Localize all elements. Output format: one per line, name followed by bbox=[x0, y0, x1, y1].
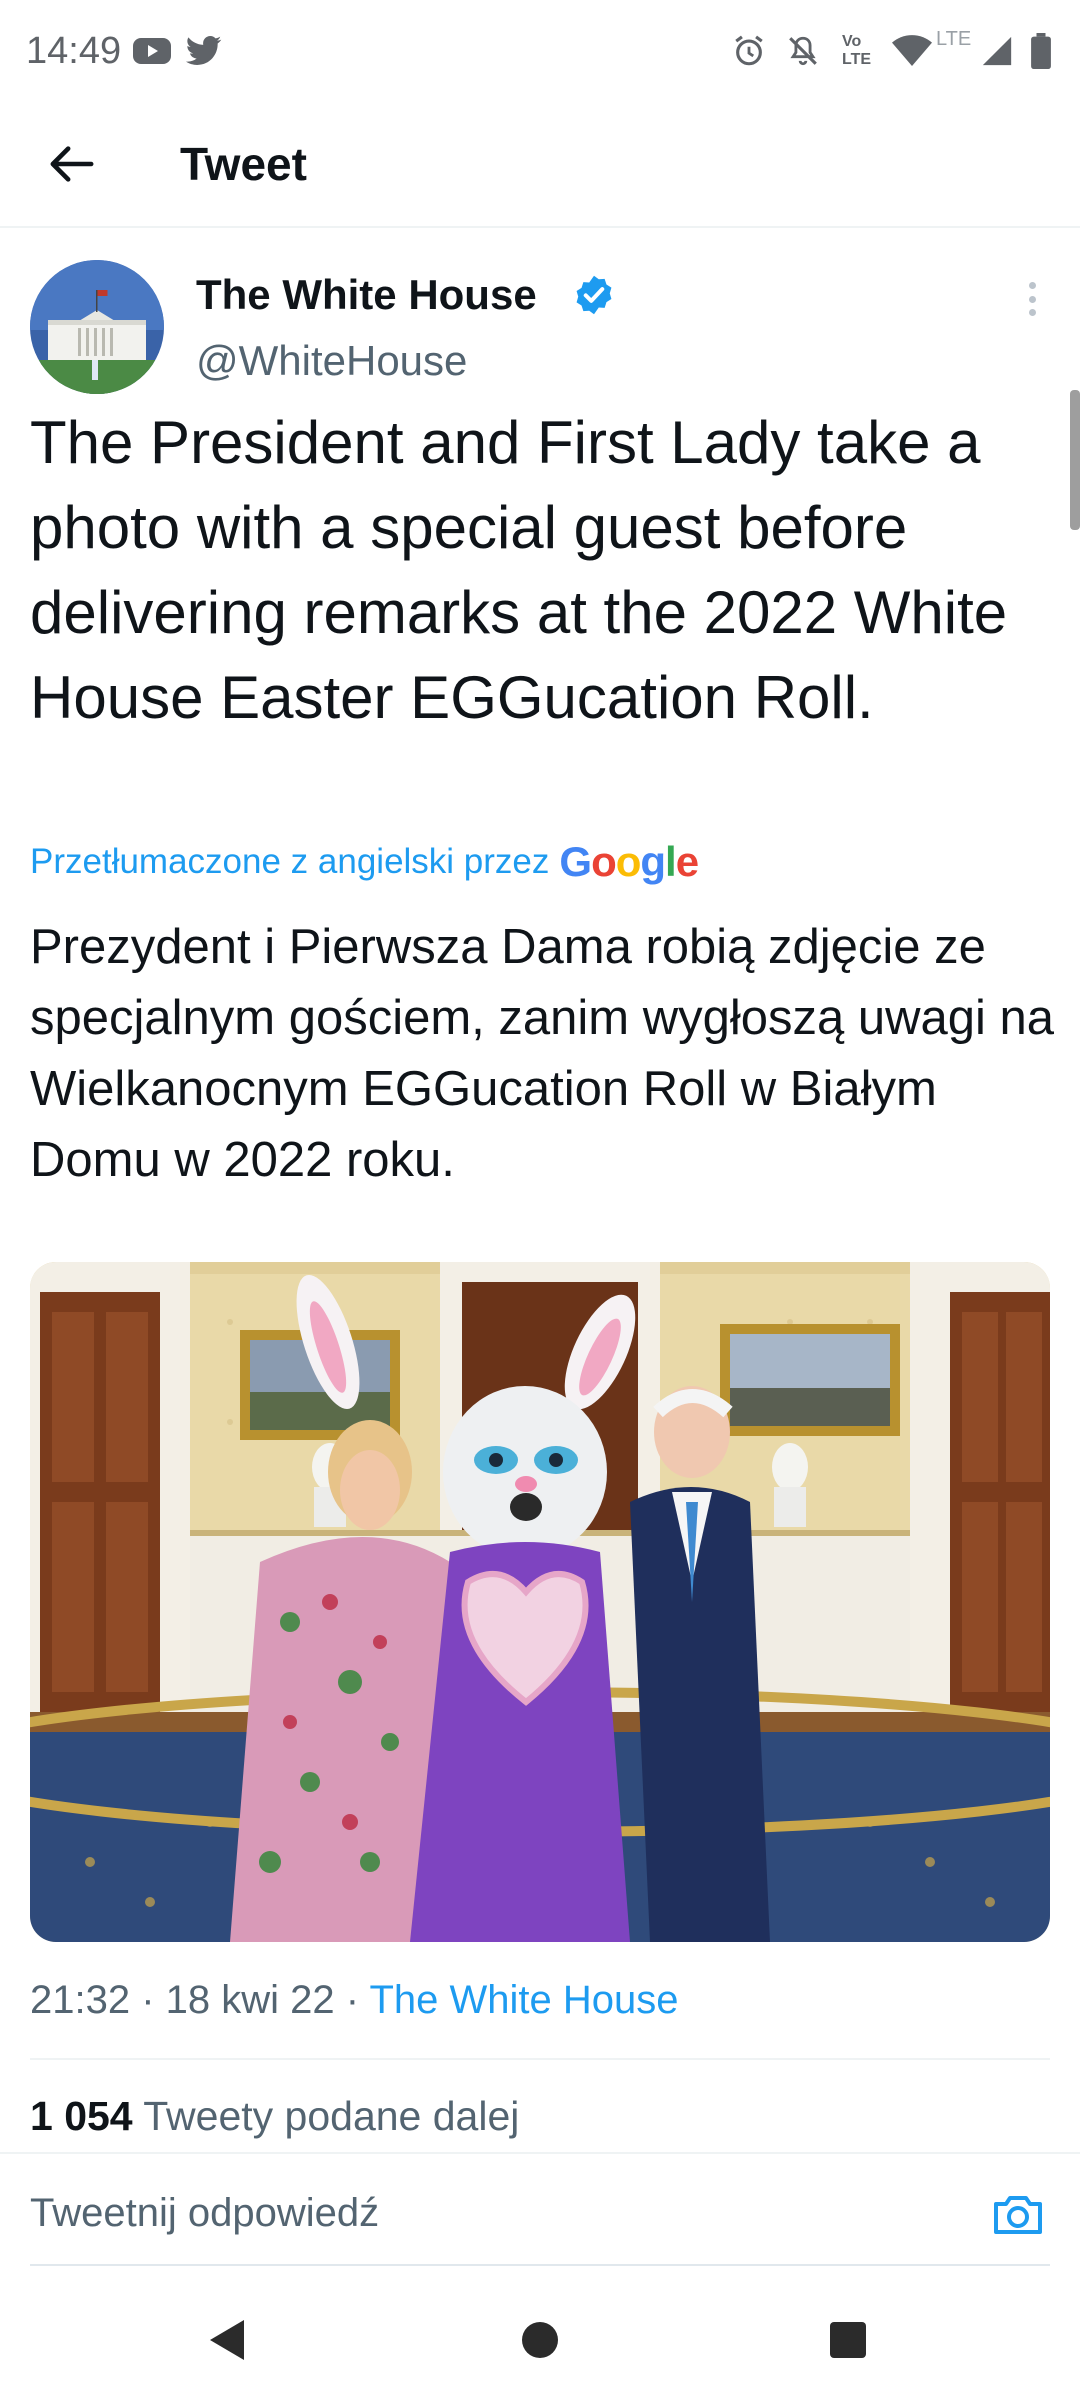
page-title: Tweet bbox=[180, 138, 307, 190]
meta-separator: · bbox=[130, 1978, 166, 2022]
author-handle[interactable]: @WhiteHouse bbox=[196, 334, 467, 388]
translated-by-line[interactable]: Przetłumaczone z angielski przez Google bbox=[30, 838, 699, 886]
nav-recents-button[interactable] bbox=[808, 2300, 888, 2380]
scrollbar[interactable] bbox=[1070, 390, 1080, 530]
more-dot-icon bbox=[1028, 309, 1036, 316]
reply-input[interactable] bbox=[30, 2178, 930, 2248]
more-dot-icon bbox=[1028, 295, 1036, 303]
triangle-back-icon bbox=[210, 2320, 244, 2360]
retweets-label: Tweety podane dalej bbox=[143, 2093, 520, 2139]
retweets-stat[interactable]: 1 054 Tweety podane dalej bbox=[30, 2086, 519, 2146]
status-bar: 14:49 Vo LTE LTE bbox=[0, 0, 1080, 104]
twitter-icon bbox=[186, 30, 222, 72]
circle-home-icon bbox=[522, 2322, 558, 2358]
app-bar: Tweet bbox=[0, 104, 1080, 228]
tweet-source-link[interactable]: The White House bbox=[369, 1978, 678, 2022]
verified-badge-icon bbox=[572, 273, 616, 317]
wifi-icon bbox=[892, 30, 932, 72]
avatar[interactable] bbox=[30, 260, 164, 394]
nav-home-button[interactable] bbox=[500, 2300, 580, 2380]
mute-icon bbox=[786, 30, 820, 72]
youtube-icon bbox=[132, 30, 172, 72]
battery-icon bbox=[1030, 30, 1052, 72]
white-house-avatar-image bbox=[30, 260, 164, 394]
translated-text: Prezydent i Pierwsza Dama robią zdjęcie … bbox=[30, 920, 1054, 1187]
retweets-count: 1 054 bbox=[30, 2093, 133, 2139]
more-dot-icon bbox=[1028, 282, 1036, 289]
nav-back-button[interactable] bbox=[188, 2300, 268, 2380]
google-logo: Google bbox=[559, 838, 699, 885]
tweet-date: 18 kwi 22 bbox=[165, 1978, 335, 2022]
meta-separator: · bbox=[334, 1978, 370, 2022]
camera-icon bbox=[994, 2196, 1042, 2234]
camera-button[interactable] bbox=[990, 2188, 1046, 2240]
lte-label: LTE bbox=[936, 28, 972, 50]
more-options-button[interactable] bbox=[1012, 276, 1052, 322]
tweet-meta: 21:32 · 18 kwi 22 · The White House bbox=[30, 1970, 679, 2030]
arrow-left-icon bbox=[50, 146, 94, 182]
square-recents-icon bbox=[830, 2322, 866, 2358]
author-name[interactable]: The White House bbox=[196, 268, 537, 322]
translated-label: Przetłumaczone z angielski przez bbox=[30, 842, 550, 881]
lte-signal-icon bbox=[980, 30, 1014, 72]
photo-image bbox=[30, 1262, 1050, 1942]
back-button[interactable] bbox=[40, 132, 104, 196]
divider bbox=[30, 2058, 1050, 2060]
tweet-photo[interactable] bbox=[30, 1262, 1050, 1942]
tweet-text: The President and First Lady take a phot… bbox=[30, 409, 1008, 731]
volte-icon: Vo LTE bbox=[842, 33, 872, 68]
navigation-bar bbox=[0, 2280, 1080, 2400]
tweet-time: 21:32 bbox=[30, 1978, 131, 2022]
reply-bar bbox=[0, 2152, 1080, 2272]
alarm-icon bbox=[732, 30, 766, 72]
status-time: 14:49 bbox=[26, 30, 122, 72]
divider bbox=[30, 2264, 1050, 2266]
